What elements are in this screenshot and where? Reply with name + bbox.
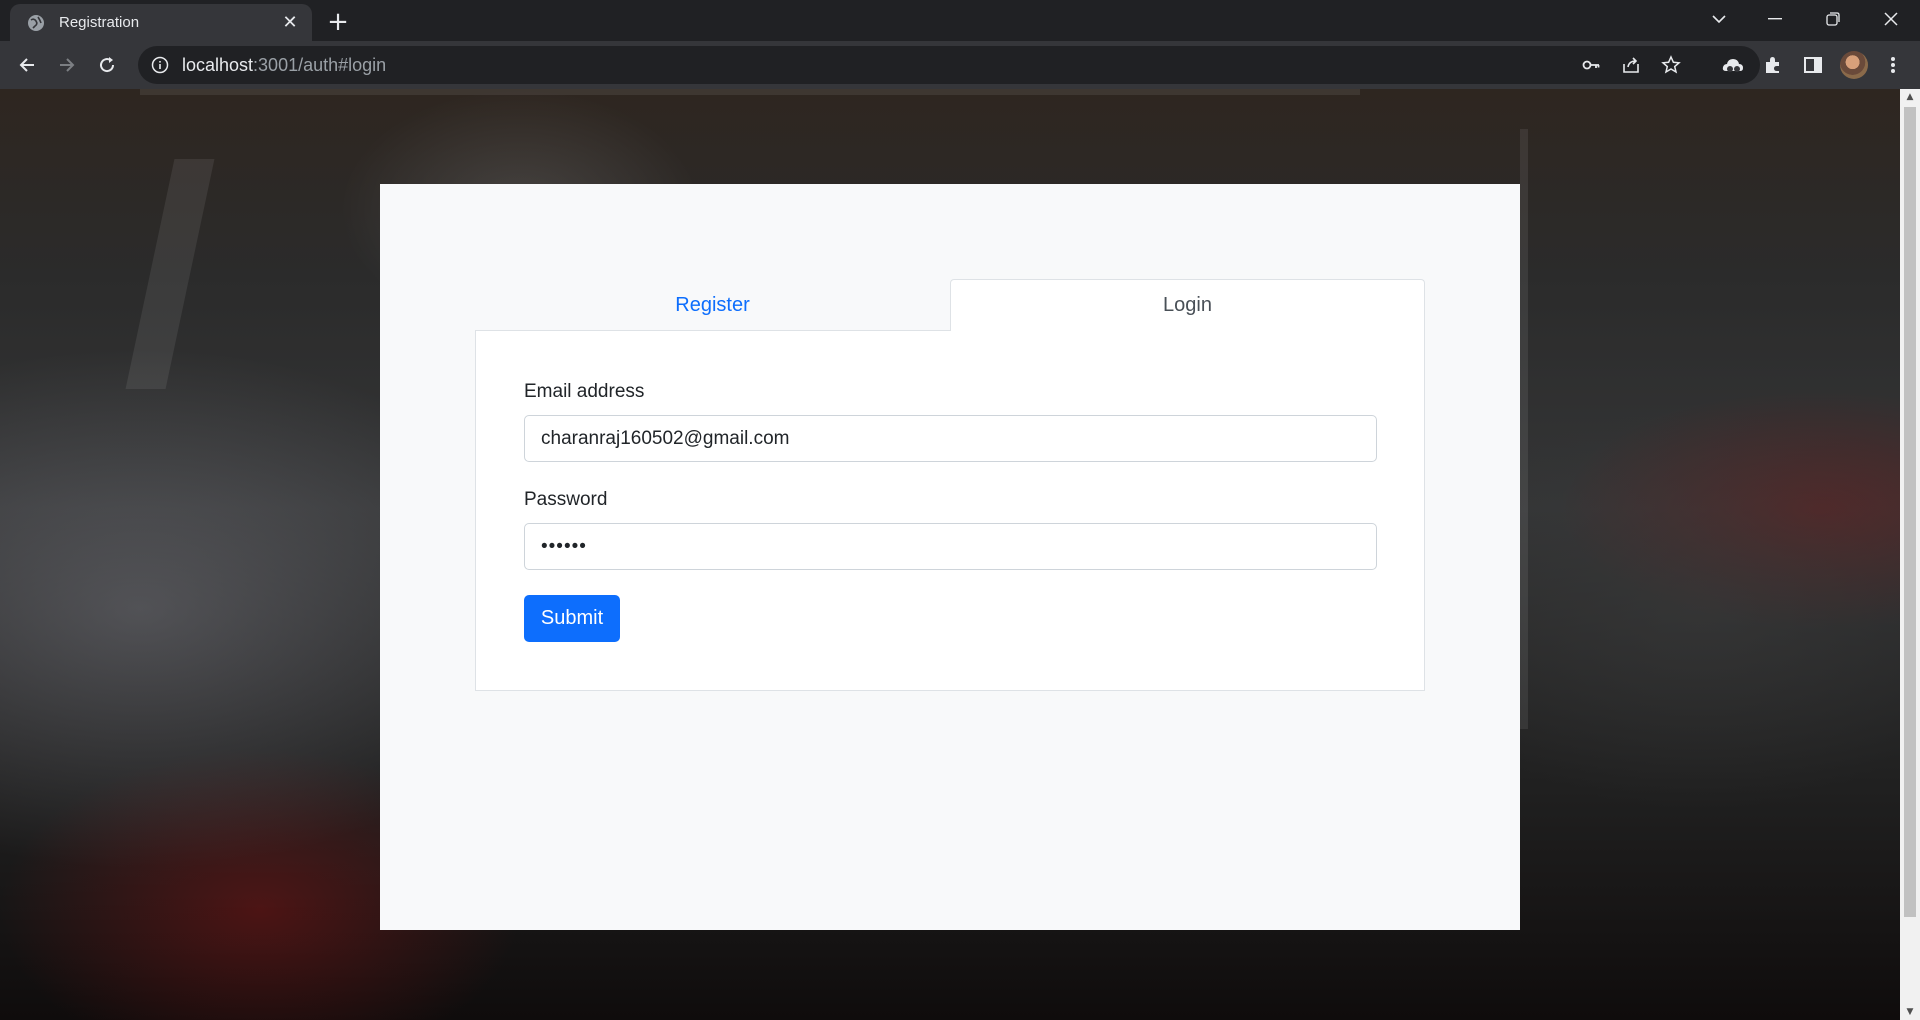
submit-button[interactable]: Submit [524, 595, 620, 642]
key-icon[interactable] [1576, 50, 1606, 80]
reload-icon[interactable] [91, 49, 123, 81]
auth-card: Register Login Email address charanraj16… [380, 184, 1520, 930]
password-label: Password [524, 489, 608, 510]
password-field[interactable]: •••••• [524, 523, 1377, 570]
browser-toolbar: localhost :3001/auth#login [0, 41, 1920, 89]
window-frame [1520, 129, 1528, 729]
tab-title: Registration [59, 14, 140, 31]
page-background: Register Login Email address charanraj16… [0, 89, 1900, 1020]
email-field[interactable]: charanraj160502@gmail.com [524, 415, 1377, 462]
browser-tabstrip: Registration ✕ + [0, 0, 1920, 41]
new-tab-button[interactable]: + [324, 8, 352, 36]
url-path: :3001/auth#login [253, 54, 387, 75]
scroll-up-arrow-icon[interactable]: ▲ [1900, 89, 1920, 105]
scroll-down-arrow-icon[interactable]: ▼ [1900, 1004, 1920, 1020]
tab-login[interactable]: Login [950, 279, 1425, 332]
auth-tabs: Register Login [475, 279, 1425, 332]
globe-icon [28, 14, 44, 31]
tab-register[interactable]: Register [475, 279, 950, 331]
minimize-icon[interactable] [1752, 2, 1798, 36]
tab-search-icon[interactable] [1696, 2, 1742, 36]
restore-icon[interactable] [1810, 2, 1856, 36]
extensions-puzzle-icon[interactable] [1758, 50, 1788, 80]
profile-avatar[interactable] [1840, 51, 1868, 79]
side-panel-icon[interactable] [1798, 50, 1828, 80]
share-icon[interactable] [1616, 50, 1646, 80]
scrollbar-thumb[interactable] [1904, 107, 1916, 917]
login-form: Email address charanraj160502@gmail.com … [475, 331, 1425, 691]
back-arrow-icon[interactable] [11, 49, 43, 81]
menu-kebab-icon[interactable] [1878, 50, 1908, 80]
bookmark-star-icon[interactable] [1656, 50, 1686, 80]
close-window-icon[interactable] [1868, 2, 1914, 36]
close-tab-icon[interactable]: ✕ [280, 12, 300, 33]
email-label: Email address [524, 381, 645, 402]
browser-tab[interactable]: Registration ✕ [10, 4, 312, 41]
forward-arrow-icon[interactable] [51, 49, 83, 81]
url-host: localhost [182, 54, 254, 75]
ceiling-beam [140, 89, 1360, 95]
address-bar[interactable]: localhost :3001/auth#login [138, 46, 1760, 84]
site-info-icon[interactable] [150, 55, 170, 75]
extension-cloud-icon[interactable] [1718, 50, 1748, 80]
ceiling-truss [125, 159, 215, 389]
